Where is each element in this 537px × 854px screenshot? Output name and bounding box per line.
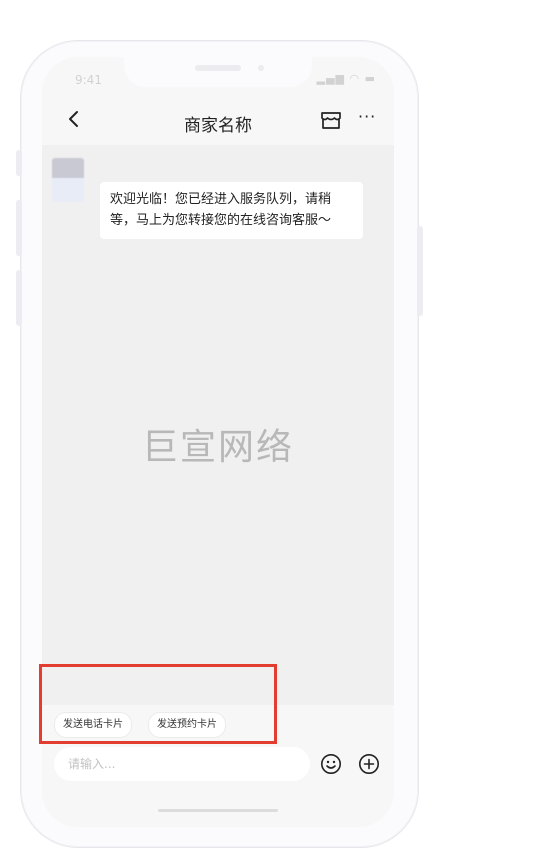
camera <box>258 65 264 71</box>
store-icon[interactable] <box>318 107 344 133</box>
side-button-volume-up <box>16 200 22 256</box>
message-bubble: 欢迎光临！您已经进入服务队列，请稍等，马上为您转接您的在线咨询客服～ <box>100 182 363 239</box>
plus-circle-icon[interactable] <box>358 753 380 775</box>
side-button-volume-down <box>16 270 22 326</box>
more-icon[interactable]: ··· <box>358 107 376 126</box>
smiley-icon[interactable] <box>320 753 342 775</box>
merchant-avatar <box>52 158 84 202</box>
input-bar <box>42 745 394 827</box>
side-button-mute <box>16 150 22 176</box>
nav-bar: 商家名称 ··· <box>42 97 394 145</box>
chat-area: 欢迎光临！您已经进入服务队列，请稍等，马上为您转接您的在线咨询客服～ 巨宣网络 <box>42 145 394 705</box>
speaker <box>195 65 241 71</box>
status-time: 9:41 <box>75 73 102 87</box>
highlight-box <box>39 664 277 744</box>
message-input[interactable] <box>54 747 310 781</box>
notch <box>124 57 312 87</box>
status-indicators: ▂▄▆ ◠ ▬ <box>316 72 376 85</box>
side-button-power <box>417 226 423 316</box>
watermark: 巨宣网络 <box>141 427 294 468</box>
home-indicator <box>158 809 278 812</box>
